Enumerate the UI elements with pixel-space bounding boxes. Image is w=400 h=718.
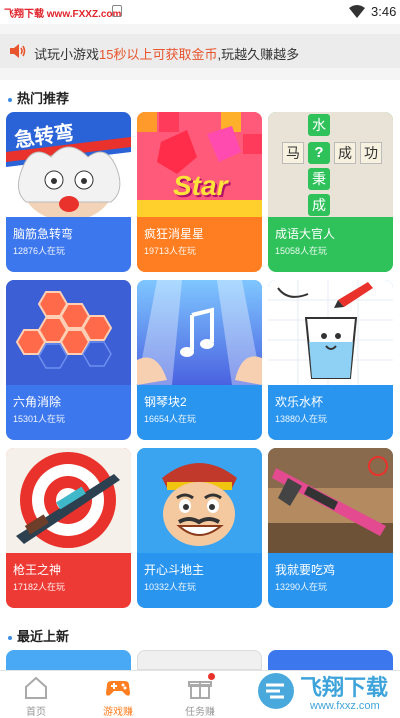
star-art-text: Star bbox=[173, 170, 228, 201]
game-name: 欢乐水杯 bbox=[275, 395, 324, 409]
nav-game-earn[interactable]: 游戏赚 bbox=[82, 671, 154, 718]
game-thumbnail bbox=[137, 448, 262, 553]
idiom-tile: 成 bbox=[308, 194, 330, 216]
game-players: 10332人在玩 bbox=[144, 582, 197, 592]
game-card-piano[interactable]: 钢琴块2 16654人在玩 bbox=[137, 280, 262, 440]
notification-icon bbox=[112, 5, 122, 17]
game-thumbnail bbox=[137, 280, 262, 385]
nav-task-earn[interactable]: 任务赚 bbox=[164, 671, 236, 718]
gamepad-icon bbox=[106, 681, 130, 696]
piano-art bbox=[137, 280, 262, 385]
clock: 3:46 bbox=[371, 4, 397, 19]
recent-game-card[interactable] bbox=[137, 650, 262, 670]
watermark-logo-icon bbox=[258, 673, 294, 709]
watermark-logo-url: www.fxxz.com bbox=[310, 700, 380, 712]
nav-home[interactable]: 首页 bbox=[0, 671, 72, 718]
game-name: 脑筋急转弯 bbox=[13, 227, 74, 241]
game-players: 13290人在玩 bbox=[275, 582, 328, 592]
game-name: 成语大官人 bbox=[275, 227, 336, 241]
nav-label: 任务赚 bbox=[185, 707, 215, 718]
hexagon-art bbox=[6, 280, 131, 385]
main-content: 热门推荐 急转弯 脑筋急转弯 12876人在玩 Star 疯狂消星星 19713… bbox=[0, 80, 400, 670]
section-title-hot: 热门推荐 bbox=[8, 88, 69, 107]
game-card-brain[interactable]: 急转弯 脑筋急转弯 12876人在玩 bbox=[6, 112, 131, 272]
landlord-art bbox=[137, 448, 262, 553]
game-players: 17182人在玩 bbox=[13, 582, 66, 592]
idiom-tile: 功 bbox=[360, 142, 382, 164]
sniper-art bbox=[6, 448, 131, 553]
game-name: 我就要吃鸡 bbox=[275, 563, 336, 577]
notice-highlight: 15秒以上可获取金币 bbox=[99, 47, 218, 62]
game-name: 六角消除 bbox=[13, 395, 62, 409]
notice-banner: 试玩小游戏15秒以上可获取金币,玩越久赚越多 bbox=[0, 34, 400, 68]
game-name: 钢琴块2 bbox=[144, 395, 187, 409]
wifi-icon bbox=[349, 5, 365, 18]
water-cup-art bbox=[268, 280, 393, 385]
game-players: 12876人在玩 bbox=[13, 246, 66, 256]
section-dot bbox=[8, 97, 12, 102]
notice-suffix: ,玩越久赚越多 bbox=[217, 47, 300, 62]
idiom-tile: 成 bbox=[334, 142, 356, 164]
section-title-recent: 最近上新 bbox=[8, 626, 69, 645]
game-card-hexagon[interactable]: 六角消除 15301人在玩 bbox=[6, 280, 131, 440]
game-thumbnail: 水 马 ? 成 功 秉 成 bbox=[268, 112, 393, 217]
game-card-sniper[interactable]: 枪王之神 17182人在玩 bbox=[6, 448, 131, 608]
game-players: 15058人在玩 bbox=[275, 246, 328, 256]
idiom-tile: ? bbox=[308, 142, 330, 164]
game-card-star[interactable]: Star 疯狂消星星 19713人在玩 bbox=[137, 112, 262, 272]
section-title-recent-label: 最近上新 bbox=[17, 629, 70, 644]
game-players: 19713人在玩 bbox=[144, 246, 197, 256]
game-name: 疯狂消星星 bbox=[144, 227, 205, 241]
idiom-tile: 水 bbox=[308, 114, 330, 136]
recent-game-card[interactable] bbox=[6, 650, 131, 670]
speaker-icon bbox=[10, 44, 26, 58]
game-card-landlord[interactable]: 开心斗地主 10332人在玩 bbox=[137, 448, 262, 608]
game-name: 开心斗地主 bbox=[144, 563, 205, 577]
game-thumbnail bbox=[6, 280, 131, 385]
game-card-water-cup[interactable]: 欢乐水杯 13880人在玩 bbox=[268, 280, 393, 440]
nav-label: 游戏赚 bbox=[103, 707, 133, 718]
game-name: 枪王之神 bbox=[13, 563, 62, 577]
game-thumbnail bbox=[6, 448, 131, 553]
home-icon bbox=[25, 676, 47, 699]
section-title-hot-label: 热门推荐 bbox=[17, 91, 70, 106]
game-card-chicken[interactable]: 我就要吃鸡 13290人在玩 bbox=[268, 448, 393, 608]
watermark-text: 飞翔下载 www.FXXZ.com bbox=[4, 9, 122, 20]
watermark-logo-text: 飞翔下载 bbox=[300, 675, 389, 700]
status-bar: 飞翔下载 www.FXXZ.com 3:46 bbox=[0, 0, 400, 24]
notice-text: 试玩小游戏15秒以上可获取金币,玩越久赚越多 bbox=[34, 44, 299, 63]
game-players: 13880人在玩 bbox=[275, 414, 328, 424]
game-thumbnail: Star bbox=[137, 112, 262, 217]
game-players: 16654人在玩 bbox=[144, 414, 197, 424]
chicken-art bbox=[268, 448, 393, 553]
idiom-tile: 秉 bbox=[308, 168, 330, 190]
notification-badge bbox=[208, 673, 215, 680]
section-dot bbox=[8, 635, 12, 640]
game-card-idiom[interactable]: 水 马 ? 成 功 秉 成 成语大官人 15058人在玩 bbox=[268, 112, 393, 272]
game-thumbnail bbox=[268, 448, 393, 553]
nav-label: 首页 bbox=[26, 707, 46, 718]
notice-prefix: 试玩小游戏 bbox=[34, 47, 100, 62]
game-thumbnail bbox=[268, 280, 393, 385]
watermark-logo: 飞翔下载 www.fxxz.com bbox=[250, 664, 400, 718]
idiom-tile: 马 bbox=[282, 142, 304, 164]
game-players: 15301人在玩 bbox=[13, 414, 66, 424]
game-thumbnail: 急转弯 bbox=[6, 112, 131, 217]
